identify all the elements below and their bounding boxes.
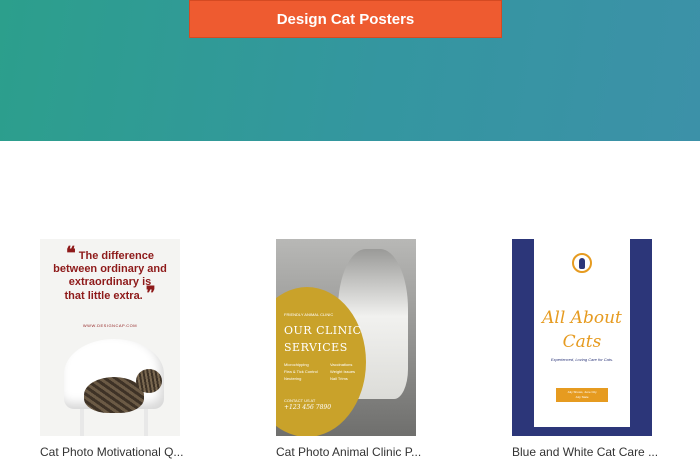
poster-heading: Cats [562,332,602,352]
open-quote-icon: ❝ [66,243,76,264]
service-item: Weight Issues [330,369,356,374]
template-title[interactable]: Cat Photo Motivational Q... [40,445,210,459]
hero-banner: Design Cat Posters [0,0,700,141]
design-cat-posters-button[interactable]: Design Cat Posters [189,0,502,38]
service-item: Flea & Tick Control [284,369,318,374]
template-thumbnail[interactable]: All About Cats Experienced, Loving Care … [512,239,652,436]
template-title[interactable]: Blue and White Cat Care ... [512,445,682,459]
service-item: Neutering [284,376,302,381]
quote-line: between ordinary and [53,263,167,275]
contact-phone: +123 456 7890 [284,404,332,411]
heading-line: SERVICES [284,341,348,354]
poster-heading: All About [542,308,622,328]
template-title[interactable]: Cat Photo Animal Clinic P... [276,445,446,459]
cat-head-image [136,369,162,393]
poster-site: WWW.DESIGNCAP.COM [82,323,138,328]
template-thumbnail[interactable]: FRIENDLY ANIMAL CLINIC OUR CLINIC SERVIC… [276,239,416,436]
cat-image [84,377,144,413]
service-list: Microchipping Vaccinations Flea & Tick C… [284,361,374,382]
close-quote-icon: ❞ [145,283,156,304]
service-item: Vaccinations [330,362,353,367]
service-item: Microchipping [284,362,309,367]
cat-logo-icon [572,253,592,273]
info-line: July State [575,395,589,399]
quote-line: that little extra. [64,290,143,302]
poster-info-box: July Shows, June City July State [556,388,608,402]
poster-heading: OUR CLINIC SERVICES [284,322,362,356]
poster-brand: FRIENDLY ANIMAL CLINIC [284,312,334,317]
service-item: Nail Trims [330,376,348,381]
heading-line: OUR CLINIC [284,324,362,337]
template-thumbnail[interactable]: ❝ The difference between ordinary and ex… [40,239,180,436]
poster-panel: All About Cats Experienced, Loving Care … [534,239,630,427]
contact-label: CONTACT US AT [284,398,316,403]
quote-line: The difference [78,250,154,262]
poster-tagline: Experienced, Loving Care for Cats. [550,357,614,362]
poster-quote: ❝ The difference between ordinary and ex… [48,245,172,304]
